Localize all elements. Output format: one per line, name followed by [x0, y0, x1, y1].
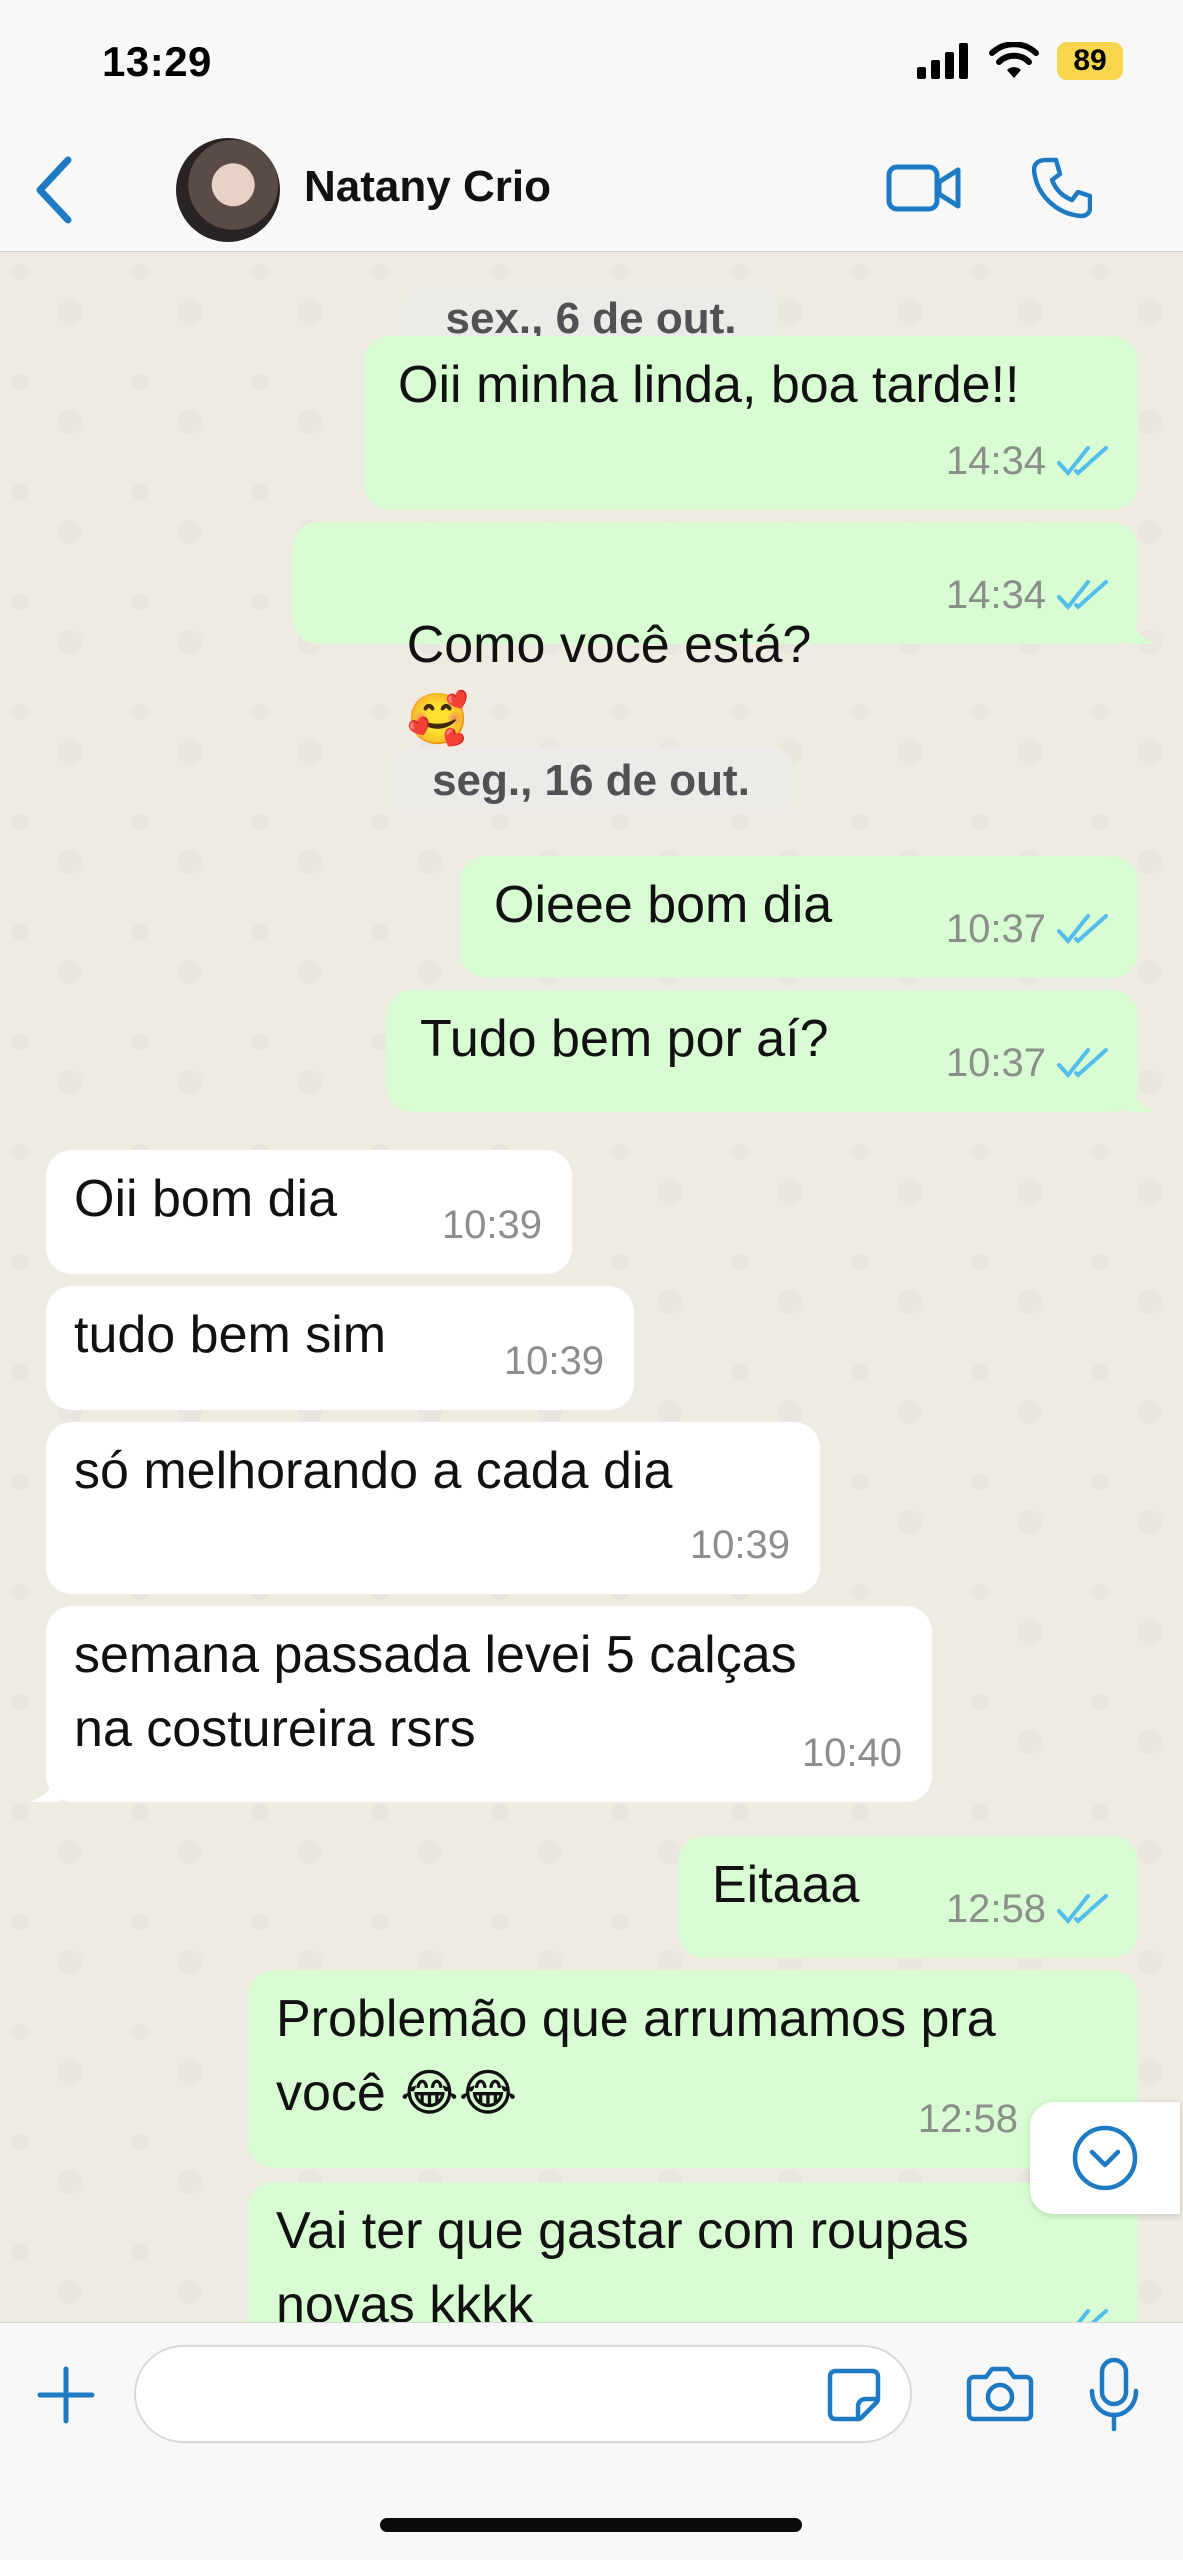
incoming-message[interactable]: semana passada levei 5 calças na costure… [46, 1606, 932, 1802]
phone-icon [1031, 157, 1093, 219]
message-time: 10:39 [441, 1203, 542, 1247]
message-meta: 10:37 [946, 892, 1112, 966]
bubble-tail [1126, 614, 1156, 644]
incoming-message[interactable]: só melhorando a cada dia 10:39 [46, 1422, 820, 1594]
attach-button[interactable] [36, 2365, 96, 2430]
message-text: semana passada levei 5 calças na costure… [74, 1626, 797, 1758]
plus-icon [37, 2366, 95, 2424]
video-call-button[interactable] [886, 160, 962, 221]
voice-call-button[interactable] [1031, 156, 1093, 225]
chat-header: Natany Crio [0, 130, 1183, 252]
camera-icon [966, 2366, 1034, 2422]
status-time: 13:29 [102, 38, 212, 85]
outgoing-message[interactable]: Oii minha linda, boa tarde!! 14:34 [364, 336, 1138, 510]
avatar[interactable] [176, 138, 280, 242]
double-check-icon [1057, 580, 1108, 611]
message-meta: 10:39 [504, 1324, 604, 1398]
outgoing-message[interactable]: Problemão que arrumamos pra você 😂😂 12:5… [248, 1970, 1138, 2168]
message-meta: 10:39 [442, 1188, 542, 1262]
message-meta [1056, 2306, 1112, 2322]
status-icons: 89 [917, 42, 1123, 80]
outgoing-message[interactable]: Tudo bem por aí? 10:37 [386, 990, 1138, 1112]
bubble-tail [30, 1772, 60, 1802]
message-meta: 14:34 [946, 558, 1112, 632]
double-check-icon [1057, 1048, 1108, 1079]
double-check-icon [1057, 446, 1108, 477]
message-meta: 10:37 [946, 1026, 1112, 1100]
microphone-icon [1089, 2357, 1139, 2432]
outgoing-message[interactable]: Eitaaa 12:58 [678, 1836, 1138, 1958]
wifi-icon [989, 42, 1039, 78]
chevron-left-icon [36, 156, 72, 224]
message-time: 10:40 [801, 1731, 902, 1775]
incoming-message[interactable]: Oii bom dia 10:39 [46, 1150, 572, 1274]
message-input[interactable] [134, 2345, 912, 2443]
message-time: 12:58 [917, 2097, 1018, 2141]
message-text: Oii minha linda, boa tarde!! [398, 356, 1020, 414]
back-button[interactable] [32, 150, 92, 230]
message-time: 10:39 [689, 1523, 790, 1567]
double-check-icon [1076, 2309, 1108, 2322]
message-meta: 12:58 [946, 1872, 1112, 1946]
message-time: 10:37 [945, 907, 1046, 951]
message-time: 12:58 [945, 1887, 1046, 1931]
outgoing-message[interactable]: Oieee bom dia 10:37 [460, 856, 1138, 978]
outgoing-message[interactable]: Vai ter que gastar com roupas novas kkkk [248, 2182, 1138, 2322]
message-time: 14:34 [945, 573, 1046, 617]
message-meta: 10:39 [690, 1508, 790, 1582]
status-bar: 13:29 89 [0, 0, 1183, 130]
message-time: 10:37 [945, 1041, 1046, 1085]
message-meta: 10:40 [802, 1716, 902, 1790]
scroll-to-bottom-button[interactable] [1030, 2102, 1180, 2214]
sticker-icon [827, 2368, 881, 2422]
battery-indicator: 89 [1057, 42, 1123, 80]
home-indicator[interactable] [380, 2518, 802, 2532]
message-text: só melhorando a cada dia [74, 1442, 673, 1500]
message-text: Vai ter que gastar com roupas novas kkkk [276, 2202, 969, 2322]
video-camera-icon [886, 164, 961, 212]
chevron-down-circle-icon [1072, 2125, 1138, 2191]
contact-name[interactable]: Natany Crio [304, 162, 551, 212]
emoji: 🥰 [406, 690, 469, 748]
date-separator: seg., 16 de out. [390, 748, 792, 814]
incoming-message[interactable]: tudo bem sim 10:39 [46, 1286, 634, 1410]
message-time: 10:39 [503, 1339, 604, 1383]
sticker-button[interactable] [826, 2367, 882, 2428]
chat-area[interactable]: sex., 6 de out. Oii minha linda, boa tar… [0, 252, 1183, 2322]
message-meta: 14:34 [946, 424, 1112, 498]
message-meta: 12:58 [918, 2082, 1018, 2156]
outgoing-message[interactable]: Como você está? 🥰 14:34 [292, 522, 1138, 748]
camera-button[interactable] [966, 2363, 1034, 2428]
double-check-icon [1057, 914, 1108, 945]
message-time: 14:34 [945, 439, 1046, 483]
bubble-tail [1126, 1082, 1156, 1112]
emoji: 😂😂 [400, 2064, 518, 2122]
double-check-icon [1057, 1894, 1108, 1925]
microphone-button[interactable] [1086, 2357, 1142, 2438]
signal-icon [917, 43, 968, 79]
